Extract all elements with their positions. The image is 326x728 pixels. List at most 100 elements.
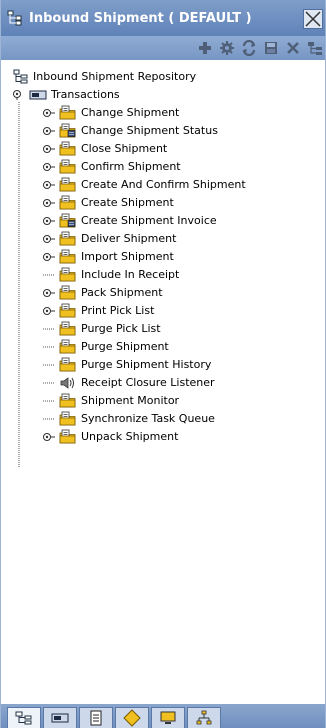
transaction-item[interactable]: Print Pick List: [43, 302, 154, 320]
tree-transactions-label: Transactions: [51, 88, 120, 101]
tab-monitor[interactable]: [151, 707, 185, 728]
tree-connector: [43, 418, 55, 420]
tab-documents[interactable]: [79, 707, 113, 728]
network-tab-icon: [196, 710, 212, 725]
expander-icon[interactable]: [43, 126, 55, 136]
tab-diamond[interactable]: [115, 707, 149, 728]
expander-icon[interactable]: [43, 432, 55, 442]
folder-icon: [59, 303, 76, 318]
tree-icon[interactable]: [307, 40, 323, 56]
folder-icon: [59, 231, 76, 246]
tab-components[interactable]: [43, 707, 77, 728]
tab-network[interactable]: [187, 707, 221, 728]
expander-icon[interactable]: [43, 288, 55, 298]
transaction-item-label: Purge Pick List: [81, 322, 161, 335]
toolbar: [1, 36, 325, 60]
transaction-item-label: Pack Shipment: [81, 286, 163, 299]
tree-connector: [43, 274, 55, 276]
diamond-tab-icon: [123, 709, 141, 727]
tree-connector: [43, 364, 55, 366]
transaction-item-label: Shipment Monitor: [81, 394, 180, 407]
transaction-item[interactable]: Pack Shipment: [43, 284, 163, 302]
transaction-item[interactable]: Deliver Shipment: [43, 230, 176, 248]
transaction-item-label: Create Shipment Invoice: [81, 214, 217, 227]
component-icon: [29, 90, 47, 100]
expander-icon[interactable]: [43, 162, 55, 172]
inbound-shipment-window: Inbound Shipment ( DEFAULT ) Inbound Shi…: [0, 0, 326, 728]
close-icon: [305, 11, 321, 27]
expander-icon[interactable]: [43, 144, 55, 154]
expander-open-icon[interactable]: [13, 90, 25, 100]
folder-icon: [59, 141, 76, 156]
transaction-item-label: Unpack Shipment: [81, 430, 179, 443]
transaction-item[interactable]: Shipment Monitor: [43, 392, 179, 410]
expander-icon[interactable]: [43, 234, 55, 244]
tree-icon: [7, 10, 22, 26]
bottom-tab-bar: [1, 704, 325, 728]
folder-icon: [59, 429, 76, 444]
transaction-item-label: Receipt Closure Listener: [81, 376, 215, 389]
transaction-item-label: Confirm Shipment: [81, 160, 181, 173]
transaction-item[interactable]: Receipt Closure Listener: [43, 374, 215, 392]
transaction-item[interactable]: Confirm Shipment: [43, 158, 181, 176]
folder-doc-icon: [59, 123, 76, 138]
transaction-item[interactable]: Purge Shipment History: [43, 356, 211, 374]
refresh-icon[interactable]: [241, 40, 257, 56]
delete-icon[interactable]: [285, 40, 301, 56]
transaction-item[interactable]: Change Shipment: [43, 104, 179, 122]
transaction-item[interactable]: Include In Receipt: [43, 266, 179, 284]
folder-icon: [59, 105, 76, 120]
expander-icon[interactable]: [43, 180, 55, 190]
tree-connector: [43, 382, 55, 384]
transaction-item[interactable]: Unpack Shipment: [43, 428, 178, 446]
close-button[interactable]: [303, 9, 323, 29]
folder-icon: [59, 357, 76, 372]
tree-connector: [43, 328, 55, 330]
transaction-item-label: Synchronize Task Queue: [81, 412, 215, 425]
transaction-item[interactable]: Change Shipment Status: [43, 122, 218, 140]
folder-icon: [59, 321, 76, 336]
add-icon[interactable]: [197, 40, 213, 56]
transaction-item-label: Close Shipment: [81, 142, 168, 155]
transaction-item[interactable]: Purge Shipment: [43, 338, 169, 356]
folder-icon: [59, 267, 76, 282]
transaction-item-label: Deliver Shipment: [81, 232, 177, 245]
folder-icon: [59, 195, 76, 210]
settings-gear-icon[interactable]: [219, 40, 235, 56]
expander-icon[interactable]: [43, 198, 55, 208]
expander-icon[interactable]: [43, 306, 55, 316]
tree-root-node[interactable]: Inbound Shipment Repository: [13, 68, 196, 86]
speaker-icon: [60, 377, 74, 389]
expander-icon[interactable]: [43, 252, 55, 262]
transaction-item[interactable]: Synchronize Task Queue: [43, 410, 215, 428]
tree-transactions-node[interactable]: Transactions: [13, 86, 120, 104]
transaction-item[interactable]: Create And Confirm Shipment: [43, 176, 246, 194]
document-tab-icon: [90, 710, 102, 726]
transaction-item[interactable]: Create Shipment Invoice: [43, 212, 217, 230]
folder-icon: [59, 249, 76, 264]
folder-icon: [59, 393, 76, 408]
transaction-item-label: Change Shipment: [81, 106, 180, 119]
tree-view-tab-icon: [15, 711, 32, 725]
transaction-item[interactable]: Import Shipment: [43, 248, 174, 266]
transaction-item[interactable]: Close Shipment: [43, 140, 167, 158]
transaction-item-label: Change Shipment Status: [81, 124, 218, 137]
transaction-item-label: Create Shipment: [81, 196, 174, 209]
transaction-item-label: Print Pick List: [81, 304, 155, 317]
folder-icon: [59, 177, 76, 192]
save-icon[interactable]: [263, 40, 279, 56]
tree-connector: [43, 346, 55, 348]
transaction-item[interactable]: Create Shipment: [43, 194, 174, 212]
expander-icon[interactable]: [43, 108, 55, 118]
folder-icon: [59, 411, 76, 426]
transaction-item[interactable]: Purge Pick List: [43, 320, 161, 338]
title-bar: Inbound Shipment ( DEFAULT ): [1, 0, 325, 36]
tab-tree-view[interactable]: [7, 707, 41, 728]
folder-icon: [59, 339, 76, 354]
repository-tree: Inbound Shipment Repository Transactions…: [1, 64, 325, 700]
expander-icon[interactable]: [43, 216, 55, 226]
tree-connector: [43, 400, 55, 402]
folder-icon: [59, 285, 76, 300]
repository-icon: [13, 69, 28, 84]
component-tab-icon: [51, 713, 69, 723]
